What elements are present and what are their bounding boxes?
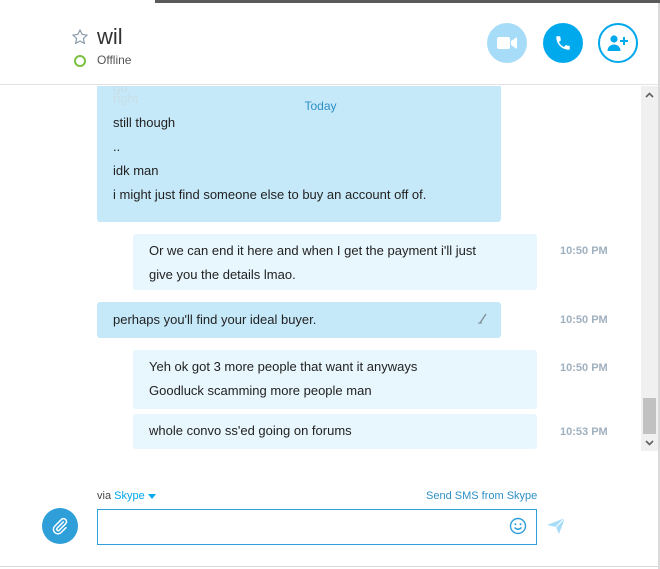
message-line: perhaps you'll find your ideal buyer. bbox=[113, 312, 317, 327]
via-service-dropdown[interactable]: Skype bbox=[114, 490, 156, 502]
message-timestamp: 10:50 PM bbox=[560, 362, 608, 374]
message-bubble[interactable]: Or we can end it here and when I get the… bbox=[133, 234, 537, 290]
scroll-down-button[interactable] bbox=[641, 434, 658, 451]
paperclip-icon bbox=[52, 517, 68, 535]
status-indicator bbox=[74, 55, 86, 67]
star-icon[interactable] bbox=[71, 28, 89, 46]
add-person-icon bbox=[607, 35, 628, 51]
message-bubble[interactable]: perhaps you'll find your ideal buyer. bbox=[97, 302, 501, 338]
video-call-button[interactable] bbox=[487, 23, 527, 63]
chevron-up-icon bbox=[645, 91, 654, 98]
message-line: whole convo ss'ed going on forums bbox=[149, 423, 352, 438]
message-input[interactable] bbox=[97, 509, 537, 545]
chevron-down-icon bbox=[645, 439, 654, 446]
message-timestamp: 10:50 PM bbox=[560, 245, 608, 257]
message-line: idk man bbox=[113, 163, 159, 178]
status-text: Offline bbox=[97, 53, 132, 67]
message-line: still though bbox=[113, 115, 176, 130]
conversation-header: wil Offline bbox=[0, 3, 658, 85]
message-bubble[interactable]: Yeh ok got 3 more people that want it an… bbox=[133, 350, 537, 409]
via-service-label: Skype bbox=[114, 490, 145, 502]
message-list[interactable]: go right still though .. idk man i might… bbox=[0, 86, 641, 451]
chat-window: wil Offline go right still though .. idk… bbox=[0, 0, 660, 569]
caret-down-icon bbox=[147, 494, 156, 499]
video-camera-icon bbox=[497, 37, 517, 49]
phone-icon bbox=[556, 36, 570, 50]
scroll-up-button[interactable] bbox=[641, 86, 658, 103]
pencil-icon bbox=[478, 313, 487, 324]
send-sms-link[interactable]: Send SMS from Skype bbox=[426, 490, 537, 502]
message-bubble[interactable]: whole convo ss'ed going on forums bbox=[133, 414, 537, 449]
window-bottom-border bbox=[0, 566, 658, 567]
via-label: via bbox=[97, 490, 112, 502]
message-line: Yeh ok got 3 more people that want it an… bbox=[149, 359, 418, 374]
attach-button[interactable] bbox=[42, 508, 78, 544]
add-participant-button[interactable] bbox=[598, 23, 638, 63]
date-divider: Today bbox=[304, 99, 337, 113]
scroll-thumb[interactable] bbox=[643, 398, 656, 434]
send-icon[interactable] bbox=[547, 518, 565, 534]
message-line: Or we can end it here and when I get the… bbox=[149, 243, 476, 258]
message-timestamp: 10:50 PM bbox=[560, 314, 608, 326]
message-timestamp: 10:53 PM bbox=[560, 426, 608, 438]
contact-name[interactable]: wil bbox=[97, 24, 123, 50]
message-line: i might just find someone else to buy an… bbox=[113, 187, 427, 202]
audio-call-button[interactable] bbox=[543, 23, 583, 63]
smiley-icon[interactable] bbox=[509, 517, 527, 535]
message-line: give you the details lmao. bbox=[149, 267, 296, 282]
message-list-scrollbar[interactable] bbox=[641, 86, 658, 451]
message-line: .. bbox=[113, 139, 121, 154]
message-line: Goodluck scamming more people man bbox=[149, 383, 372, 398]
send-via-selector: via Skype bbox=[97, 490, 156, 502]
